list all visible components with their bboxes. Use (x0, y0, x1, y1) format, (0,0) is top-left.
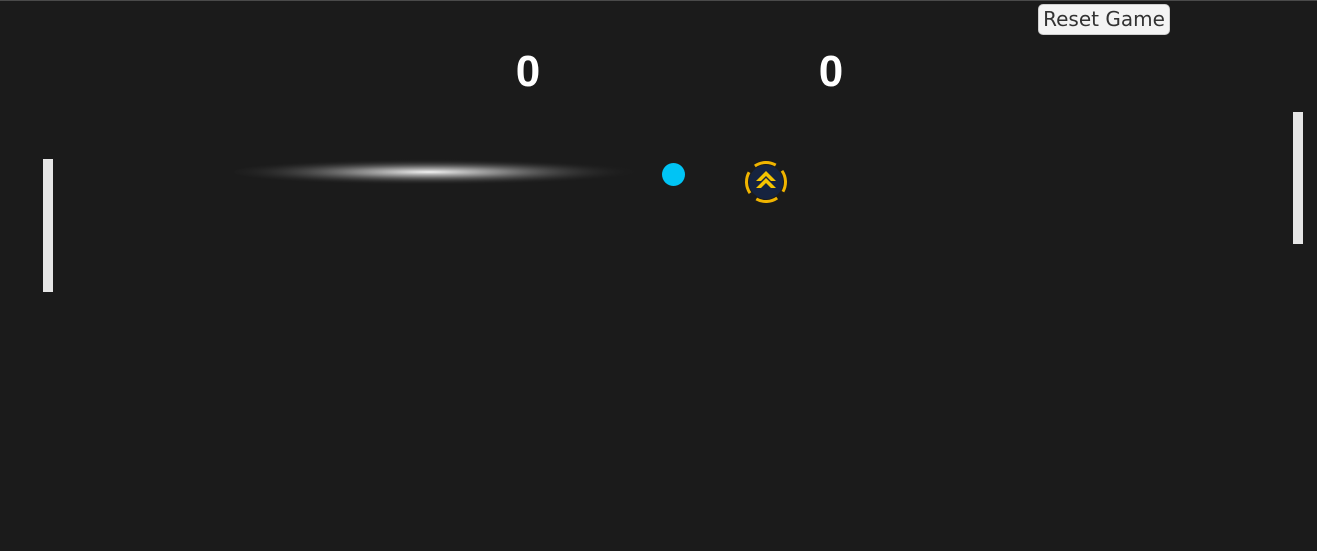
left-score-text: 0 (516, 49, 540, 89)
right-paddle (1293, 112, 1303, 244)
right-score-digit: 0 (819, 49, 843, 89)
reset-game-button[interactable]: Reset Game (1038, 4, 1170, 35)
chevron-up-icon (745, 161, 787, 203)
left-score-digit: 0 (516, 49, 540, 89)
powerup-token (744, 160, 788, 204)
ball-motion-trail (234, 159, 658, 185)
left-score: 0 (508, 49, 548, 89)
screen-top-border (0, 0, 1317, 1)
right-score-text: 0 (819, 49, 843, 89)
ball (662, 163, 685, 186)
left-paddle (43, 159, 53, 292)
right-score: 0 (811, 49, 851, 89)
